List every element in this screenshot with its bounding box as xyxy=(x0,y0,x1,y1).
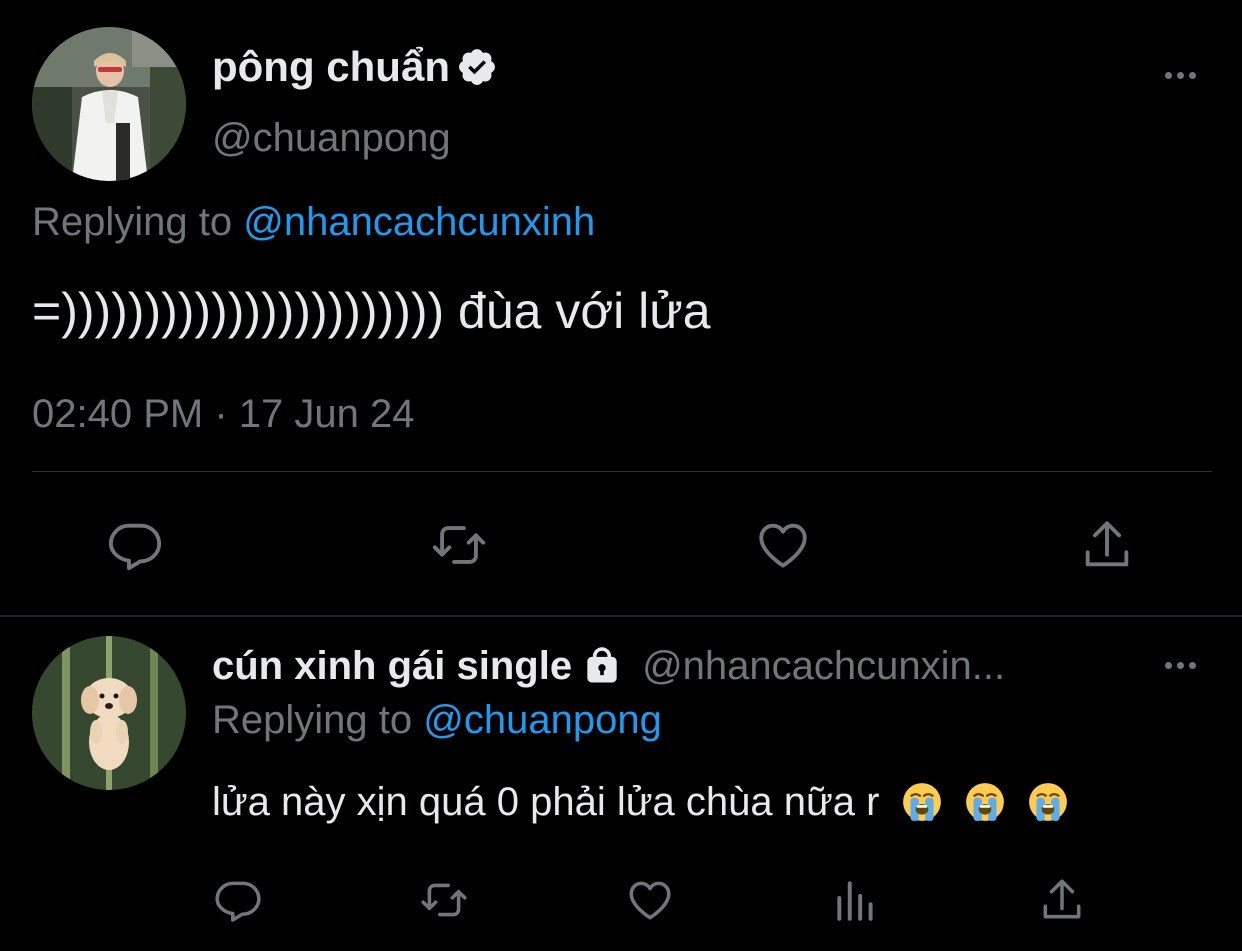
tweet-timestamp[interactable]: 02:40 PM · 17 Jun 24 xyxy=(32,388,414,440)
avatar-photo xyxy=(32,636,186,790)
retweet-icon xyxy=(432,526,486,564)
reply-author-avatar[interactable] xyxy=(32,636,186,790)
reply-icon xyxy=(108,523,162,571)
replying-to-handle-link[interactable]: @nhancachcunxinh xyxy=(243,200,595,244)
reply-header-row: cún xinh gái single @nhancachcunxin... xyxy=(212,640,1005,692)
more-options-button[interactable] xyxy=(1152,60,1208,90)
replying-to-handle-link[interactable]: @chuanpong xyxy=(423,698,662,742)
author-name-row: pông chuẩn xyxy=(212,40,498,94)
avatar-photo xyxy=(32,27,186,181)
author-avatar[interactable] xyxy=(32,27,186,181)
timestamp-divider xyxy=(32,471,1212,472)
protected-lock-icon xyxy=(580,644,624,688)
analytics-icon xyxy=(837,881,873,921)
reply-retweet-button[interactable] xyxy=(414,872,474,928)
reply-like-button[interactable] xyxy=(620,872,680,928)
share-button[interactable] xyxy=(1072,514,1142,576)
loudly-crying-face-icon xyxy=(965,783,1004,821)
reply-text-line: lửa này xịn quá 0 phải lửa chùa nữa r xyxy=(212,774,1069,830)
author-display-name[interactable]: pông chuẩn xyxy=(212,41,450,93)
more-dot xyxy=(1188,661,1196,669)
reply-author-display-name[interactable]: cún xinh gái single xyxy=(212,640,572,692)
reply-text: lửa này xịn quá 0 phải lửa chùa nữa r xyxy=(212,780,880,824)
author-handle[interactable]: @chuanpong xyxy=(212,112,451,164)
reply-author-handle[interactable]: @nhancachcunxin... xyxy=(642,640,1005,692)
reply-reply-button[interactable] xyxy=(208,872,268,928)
tweet-separator xyxy=(0,615,1242,617)
reply-more-options-button[interactable] xyxy=(1152,650,1208,680)
reply-icon xyxy=(215,881,261,922)
like-icon xyxy=(629,881,671,920)
verified-badge-icon xyxy=(456,46,498,88)
loudly-crying-face-icon xyxy=(1028,783,1067,821)
share-icon xyxy=(1085,521,1129,567)
like-button[interactable] xyxy=(748,514,818,576)
reply-share-button[interactable] xyxy=(1032,872,1092,928)
reply-analytics-button[interactable] xyxy=(826,872,886,928)
more-dot xyxy=(1176,71,1184,79)
more-dot xyxy=(1188,71,1196,79)
replying-to-label: Replying to xyxy=(212,698,413,742)
replying-to-label: Replying to xyxy=(32,200,233,244)
more-dot xyxy=(1176,661,1184,669)
retweet-button[interactable] xyxy=(424,514,494,576)
more-dot xyxy=(1164,661,1172,669)
retweet-icon xyxy=(421,883,467,917)
tweet-text: =))))))))))))))))))))))) đùa với lửa xyxy=(32,283,711,339)
replying-to-line: Replying to @nhancachcunxinh xyxy=(32,196,595,248)
loudly-crying-face-icon xyxy=(902,783,941,821)
like-icon xyxy=(759,523,807,568)
reply-replying-to-line: Replying to @chuanpong xyxy=(212,694,662,746)
share-icon xyxy=(1043,879,1081,919)
reply-button[interactable] xyxy=(100,514,170,576)
more-dot xyxy=(1164,71,1172,79)
